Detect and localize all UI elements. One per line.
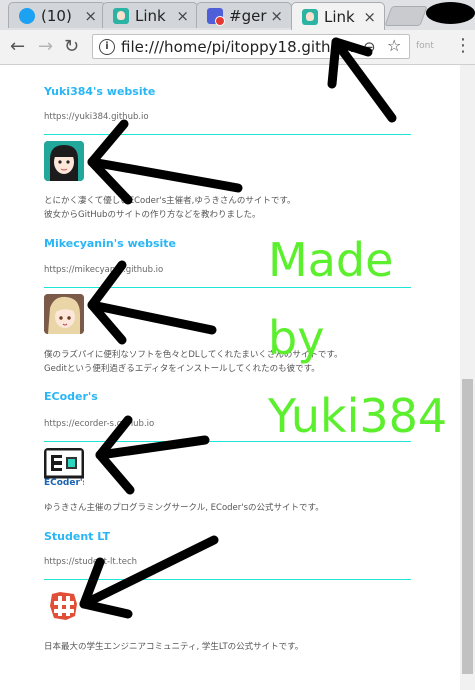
watermark-yuki384: Yuki384 — [268, 389, 448, 443]
tab-links-active[interactable]: Link × — [291, 2, 385, 30]
link-title-mikecyanin[interactable]: Mikecyanin's website — [44, 237, 176, 250]
link-url-mikecyanin[interactable]: https://mikecyanin.github.io — [44, 265, 163, 275]
tab-title: Link — [135, 6, 166, 25]
url-text[interactable]: file:///home/pi/itoppy18.github. — [121, 38, 354, 56]
font-extension-icon[interactable]: font — [416, 41, 434, 51]
cutoff-text: …………………… — [44, 65, 112, 68]
close-icon[interactable]: × — [84, 7, 97, 25]
forward-arrow-icon[interactable]: → — [38, 36, 53, 57]
ecoders-logo-image[interactable]: ECoder's — [44, 448, 84, 492]
scrollbar-thumb[interactable] — [462, 379, 473, 674]
link-url-yuki384[interactable]: https://yuki384.github.io — [44, 112, 149, 122]
link-url-ecoders[interactable]: https://ecorder-s.github.io — [44, 419, 154, 429]
watermark-made: Made — [268, 233, 394, 287]
tab-title: #ger — [229, 6, 267, 25]
watermark-by: by — [268, 311, 325, 365]
student-lt-logo-image[interactable] — [44, 586, 84, 626]
link-desc: ゆうきさん主催のプログラミングサークル, ECoder'sの公式サイトです。 — [44, 501, 324, 515]
link-title-student-lt[interactable]: Student LT — [44, 530, 110, 543]
divider — [44, 579, 411, 580]
link-title-ecoders[interactable]: ECoder's — [44, 390, 98, 403]
desc-line: 彼女からGitHubのサイトの作り方などを教わりました。 — [44, 210, 261, 220]
divider — [44, 134, 411, 135]
tab-gitter[interactable]: #ger × — [196, 2, 292, 28]
close-icon[interactable]: × — [176, 7, 189, 25]
tab-title: (10) — [41, 6, 72, 25]
address-bar[interactable]: i file:///home/pi/itoppy18.github. ⊖ ☆ — [92, 34, 410, 59]
bookmark-star-icon[interactable]: ☆ — [387, 36, 401, 55]
close-icon[interactable]: × — [363, 8, 376, 26]
desc-line: 日本最大の学生エンジニアコミュニティ, 学生LTの公式サイトです。 — [44, 642, 304, 652]
toolbar: ← → ↻ i file:///home/pi/itoppy18.github.… — [0, 30, 475, 65]
link-title-yuki384[interactable]: Yuki384's website — [44, 85, 155, 98]
reload-icon[interactable]: ↻ — [64, 36, 79, 57]
avatar-face-icon — [113, 7, 129, 24]
zoom-icon[interactable]: ⊖ — [363, 38, 376, 56]
gitter-notification-icon — [207, 7, 225, 26]
tab-title: Link — [324, 7, 355, 26]
close-icon[interactable]: × — [270, 7, 283, 25]
desc-line: とにかく凄くて優しいECoder's主催者,ゆうきさんのサイトです。 — [44, 196, 296, 206]
link-url-student-lt[interactable]: https://student-lt.tech — [44, 557, 137, 567]
menu-kebab-icon[interactable]: ⋮ — [454, 35, 472, 56]
ecoders-logo-text: ECoder's — [44, 478, 84, 488]
tab-links[interactable]: Link × — [102, 2, 198, 28]
page-content: …………………… Yuki384's website https://yuki3… — [0, 65, 460, 690]
link-desc: 日本最大の学生エンジニアコミュニティ, 学生LTの公式サイトです。 — [44, 640, 303, 654]
yuki-avatar-image[interactable] — [44, 141, 84, 181]
tab-twitter[interactable]: (10) × — [8, 2, 106, 28]
redaction-blob — [426, 2, 475, 24]
avatar-face-icon — [302, 8, 318, 25]
mikecyanin-avatar-image[interactable] — [44, 294, 84, 334]
back-arrow-icon[interactable]: ← — [10, 36, 25, 57]
link-desc: とにかく凄くて優しいECoder's主催者,ゆうきさんのサイトです。 彼女からG… — [44, 194, 296, 222]
desc-line: ゆうきさん主催のプログラミングサークル, ECoder'sの公式サイトです。 — [44, 503, 324, 513]
scrollbar[interactable] — [460, 65, 475, 690]
tab-strip: (10) × Link × #ger × Link × — [0, 0, 475, 30]
twitter-icon — [19, 7, 35, 24]
info-icon[interactable]: i — [99, 39, 115, 55]
new-tab-button[interactable] — [384, 6, 428, 26]
